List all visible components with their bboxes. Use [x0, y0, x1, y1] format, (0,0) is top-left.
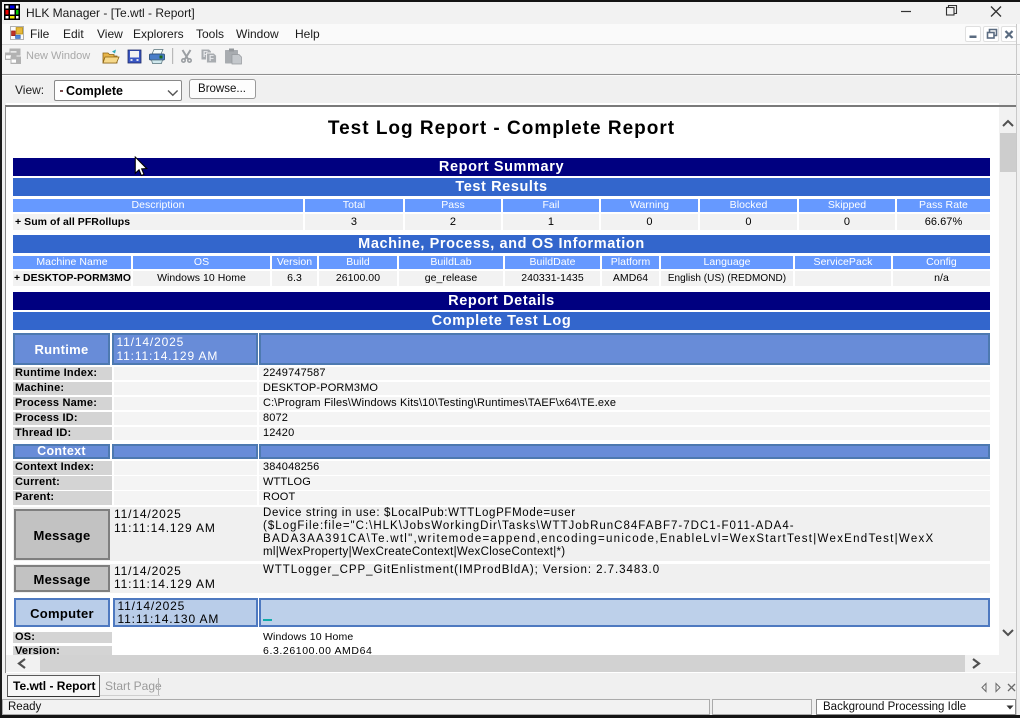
svg-text:F: F — [209, 54, 214, 63]
